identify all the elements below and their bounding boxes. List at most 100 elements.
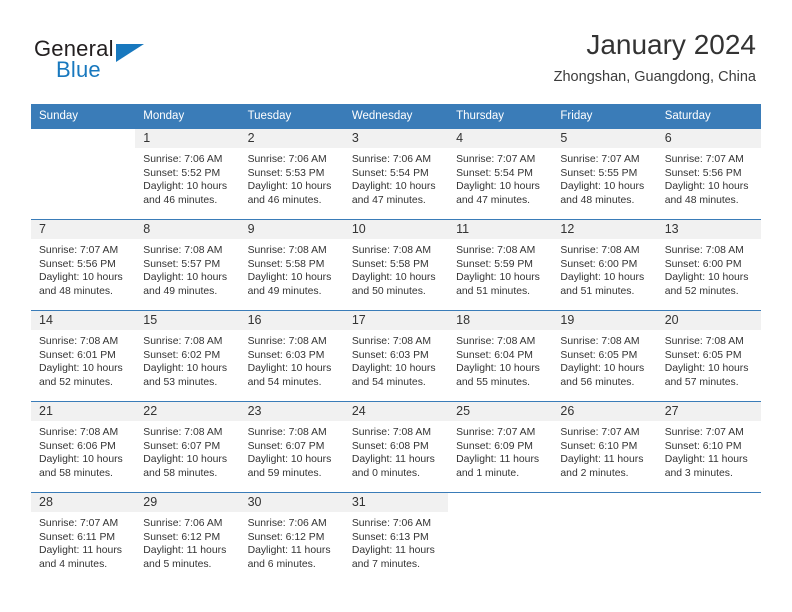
calendar-day-cell[interactable]: 23 Sunrise: 7:08 AM Sunset: 6:07 PM Dayligh…	[239, 401, 344, 493]
calendar-day-cell[interactable]: 2 Sunrise: 7:06 AM Sunset: 5:53 PM Daylight…	[239, 128, 344, 220]
day-info: Sunrise: 7:08 AM Sunset: 5:57 PM Daylight:…	[135, 239, 239, 298]
calendar-day-cell[interactable]: 19 Sunrise: 7:08 AM Sunset: 6:05 PM Dayligh…	[552, 310, 657, 402]
day-cell: 28 Sunrise: 7:07 AM Sunset: 6:11 PM Dayligh…	[31, 493, 136, 583]
day-info: Sunrise: 7:06 AM Sunset: 5:52 PM Daylight:…	[135, 148, 239, 207]
sunset-text: Sunset: 5:54 PM	[351, 167, 429, 179]
calendar-day-cell[interactable]: 15 Sunrise: 7:08 AM Sunset: 6:02 PM Dayligh…	[135, 310, 240, 402]
day-info: Sunrise: 7:06 AM Sunset: 6:13 PM Daylight:…	[344, 512, 448, 571]
daylight-text-line1: Daylight: 10 hours	[560, 363, 645, 375]
day-cell: 9 Sunrise: 7:08 AM Sunset: 5:58 PM Daylight…	[239, 220, 344, 310]
day-cell: 24 Sunrise: 7:08 AM Sunset: 6:08 PM Dayligh…	[343, 402, 449, 492]
daylight-text-line2: and 58 minutes.	[39, 467, 113, 479]
day-cell: 14 Sunrise: 7:08 AM Sunset: 6:01 PM Dayligh…	[31, 311, 136, 401]
calendar-day-cell[interactable]: 7 Sunrise: 7:07 AM Sunset: 5:56 PM Daylight…	[31, 219, 136, 311]
day-number: 24	[343, 402, 449, 421]
calendar-grid: Sunday Monday Tuesday Wednesday Thursday…	[31, 104, 761, 583]
calendar-day-cell[interactable]: 10 Sunrise: 7:08 AM Sunset: 5:58 PM Dayligh…	[343, 219, 449, 311]
daylight-text-line2: and 52 minutes.	[664, 285, 739, 297]
daylight-text-line1: Daylight: 11 hours	[456, 454, 540, 466]
day-info: Sunrise: 7:07 AM Sunset: 6:10 PM Daylight:…	[552, 421, 656, 480]
day-number: 2	[239, 129, 344, 148]
calendar-day-cell[interactable]: 8 Sunrise: 7:08 AM Sunset: 5:57 PM Daylight…	[135, 219, 240, 311]
day-info: Sunrise: 7:08 AM Sunset: 5:59 PM Daylight:…	[448, 239, 552, 298]
day-info: Sunrise: 7:08 AM Sunset: 6:00 PM Daylight:…	[552, 239, 656, 298]
sunset-text: Sunset: 6:00 PM	[664, 258, 742, 270]
calendar-day-cell[interactable]: 4 Sunrise: 7:07 AM Sunset: 5:54 PM Daylight…	[448, 128, 553, 220]
day-number: 29	[135, 493, 240, 512]
day-info: Sunrise: 7:08 AM Sunset: 6:01 PM Daylight:…	[31, 330, 135, 389]
calendar-day-cell[interactable]: 24 Sunrise: 7:08 AM Sunset: 6:08 PM Dayligh…	[343, 401, 449, 493]
daylight-text-line2: and 47 minutes.	[456, 194, 531, 206]
calendar-day-cell	[656, 492, 761, 583]
calendar-day-cell[interactable]: 12 Sunrise: 7:08 AM Sunset: 6:00 PM Dayligh…	[552, 219, 657, 311]
day-cell: 18 Sunrise: 7:08 AM Sunset: 6:04 PM Dayligh…	[448, 311, 553, 401]
daylight-text-line2: and 46 minutes.	[247, 194, 322, 206]
page-subtitle: Zhongshan, Guangdong, China	[553, 69, 756, 85]
sunset-text: Sunset: 6:09 PM	[456, 440, 533, 452]
weekday-header-sunday: Sunday	[31, 104, 136, 129]
calendar-day-cell[interactable]: 26 Sunrise: 7:07 AM Sunset: 6:10 PM Dayligh…	[552, 401, 657, 493]
day-number: 17	[343, 311, 449, 330]
day-info: Sunrise: 7:07 AM Sunset: 5:56 PM Daylight:…	[657, 148, 761, 207]
calendar-day-cell[interactable]: 14 Sunrise: 7:08 AM Sunset: 6:01 PM Dayligh…	[31, 310, 136, 402]
daylight-text-line1: Daylight: 10 hours	[143, 272, 228, 284]
calendar-day-cell[interactable]: 25 Sunrise: 7:07 AM Sunset: 6:09 PM Dayligh…	[448, 401, 553, 493]
day-number: 3	[343, 129, 449, 148]
day-number	[552, 493, 656, 512]
calendar-day-cell[interactable]: 3 Sunrise: 7:06 AM Sunset: 5:54 PM Daylight…	[343, 128, 449, 220]
calendar-day-cell[interactable]: 27 Sunrise: 7:07 AM Sunset: 6:10 PM Dayligh…	[656, 401, 761, 493]
general-blue-logo[interactable]: General Blue	[34, 36, 214, 88]
daylight-text-line1: Daylight: 11 hours	[560, 454, 644, 466]
day-number: 26	[552, 402, 657, 421]
sunset-text: Sunset: 5:56 PM	[664, 167, 742, 179]
sunrise-text: Sunrise: 7:08 AM	[560, 245, 640, 256]
day-number: 6	[656, 129, 761, 148]
daylight-text-line1: Daylight: 11 hours	[664, 454, 748, 466]
day-number: 4	[448, 129, 553, 148]
sunrise-text: Sunrise: 7:07 AM	[560, 427, 640, 438]
sunrise-text: Sunrise: 7:06 AM	[143, 518, 223, 529]
day-info: Sunrise: 7:08 AM Sunset: 6:08 PM Daylight:…	[344, 421, 448, 480]
daylight-text-line2: and 2 minutes.	[560, 467, 629, 479]
calendar-day-cell[interactable]: 20 Sunrise: 7:08 AM Sunset: 6:05 PM Dayligh…	[656, 310, 761, 402]
daylight-text-line2: and 59 minutes.	[247, 467, 322, 479]
calendar-day-cell[interactable]: 6 Sunrise: 7:07 AM Sunset: 5:56 PM Daylight…	[656, 128, 761, 220]
day-cell: 13 Sunrise: 7:08 AM Sunset: 6:00 PM Dayligh…	[656, 220, 761, 310]
sunset-text: Sunset: 5:54 PM	[456, 167, 533, 179]
sunrise-text: Sunrise: 7:06 AM	[247, 154, 327, 165]
calendar-day-cell[interactable]: 16 Sunrise: 7:08 AM Sunset: 6:03 PM Dayligh…	[239, 310, 344, 402]
weekday-header-tuesday: Tuesday	[239, 104, 344, 129]
daylight-text-line1: Daylight: 10 hours	[143, 181, 228, 193]
calendar-day-cell[interactable]: 31 Sunrise: 7:06 AM Sunset: 6:13 PM Dayligh…	[343, 492, 449, 583]
sunset-text: Sunset: 6:07 PM	[143, 440, 221, 452]
daylight-text-line1: Daylight: 11 hours	[351, 545, 435, 557]
daylight-text-line1: Daylight: 10 hours	[351, 363, 436, 375]
daylight-text-line2: and 56 minutes.	[560, 376, 635, 388]
daylight-text-line1: Daylight: 10 hours	[39, 454, 123, 466]
day-cell: 15 Sunrise: 7:08 AM Sunset: 6:02 PM Dayligh…	[135, 311, 240, 401]
calendar-day-cell[interactable]: 21 Sunrise: 7:08 AM Sunset: 6:06 PM Dayligh…	[31, 401, 136, 493]
calendar-day-cell[interactable]: 1 Sunrise: 7:06 AM Sunset: 5:52 PM Daylight…	[135, 128, 240, 220]
calendar-day-cell[interactable]: 28 Sunrise: 7:07 AM Sunset: 6:11 PM Dayligh…	[31, 492, 136, 583]
sunrise-text: Sunrise: 7:08 AM	[664, 245, 744, 256]
calendar-day-cell[interactable]: 30 Sunrise: 7:06 AM Sunset: 6:12 PM Dayligh…	[239, 492, 344, 583]
day-info: Sunrise: 7:06 AM Sunset: 5:54 PM Daylight:…	[344, 148, 448, 207]
calendar-day-cell[interactable]: 17 Sunrise: 7:08 AM Sunset: 6:03 PM Dayligh…	[343, 310, 449, 402]
calendar-day-cell[interactable]: 18 Sunrise: 7:08 AM Sunset: 6:04 PM Dayligh…	[448, 310, 553, 402]
calendar-day-cell[interactable]: 9 Sunrise: 7:08 AM Sunset: 5:58 PM Daylight…	[239, 219, 344, 311]
daylight-text-line1: Daylight: 10 hours	[456, 181, 540, 193]
calendar-day-cell[interactable]: 11 Sunrise: 7:08 AM Sunset: 5:59 PM Dayligh…	[448, 219, 553, 311]
day-info: Sunrise: 7:08 AM Sunset: 6:04 PM Daylight:…	[448, 330, 552, 389]
calendar-day-cell[interactable]: 5 Sunrise: 7:07 AM Sunset: 5:55 PM Daylight…	[552, 128, 657, 220]
sunrise-text: Sunrise: 7:08 AM	[560, 336, 640, 347]
sunset-text: Sunset: 6:05 PM	[664, 349, 742, 361]
calendar-day-cell[interactable]: 22 Sunrise: 7:08 AM Sunset: 6:07 PM Dayligh…	[135, 401, 240, 493]
day-number: 15	[135, 311, 240, 330]
sunset-text: Sunset: 6:13 PM	[351, 531, 429, 543]
daylight-text-line1: Daylight: 10 hours	[39, 272, 123, 284]
calendar-day-cell[interactable]: 29 Sunrise: 7:06 AM Sunset: 6:12 PM Dayligh…	[135, 492, 240, 583]
daylight-text-line2: and 48 minutes.	[560, 194, 635, 206]
day-number	[448, 493, 552, 512]
calendar-day-cell	[31, 128, 136, 220]
calendar-day-cell[interactable]: 13 Sunrise: 7:08 AM Sunset: 6:00 PM Dayligh…	[656, 219, 761, 311]
